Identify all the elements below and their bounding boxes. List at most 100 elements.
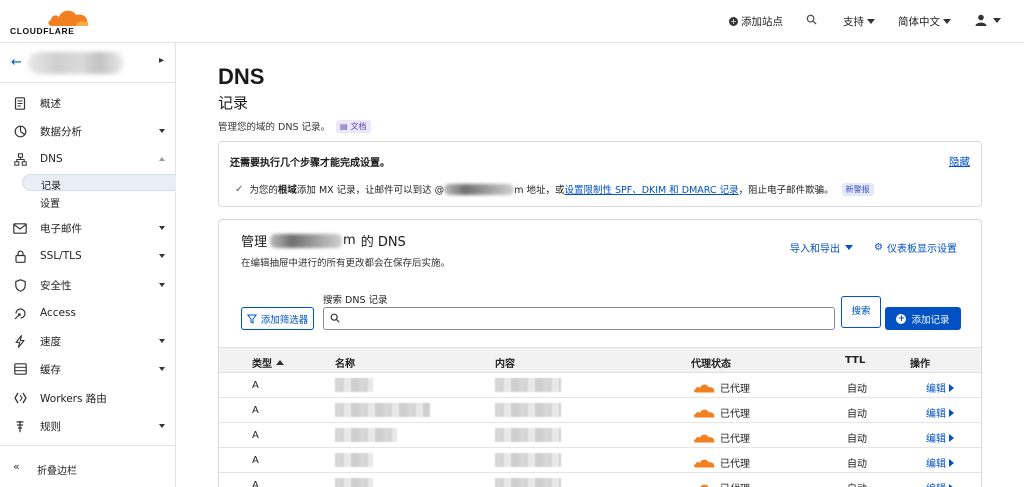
collapse-sidebar-button[interactable]: « 折叠边栏 [0,445,176,487]
user-menu[interactable] [975,14,1001,26]
proxy-status: 已代理 [693,405,750,420]
dashboard-settings-label: 仪表板显示设置 [886,244,957,255]
sidebar-item-overview[interactable]: 概述 [0,93,176,113]
orange-cloud-icon [693,384,715,392]
support-menu[interactable]: 支持 [843,14,875,29]
record-type: A [252,455,259,466]
chevron-down-icon [159,367,165,371]
edit-label: 编辑 [926,480,946,487]
edit-record-button[interactable]: 编辑 [926,480,954,487]
proxy-status-label: 已代理 [720,434,750,445]
redacted-domain [444,183,515,195]
chevron-down-icon [943,19,951,24]
column-content[interactable]: 内容 [495,355,515,370]
chevron-down-icon [159,254,165,258]
sidebar-item-rules[interactable]: 规则 [0,416,176,436]
sidebar-item-email[interactable]: 电子邮件 [0,218,176,238]
table-row[interactable]: A 已代理 自动 编辑 [219,448,981,473]
sidebar-item-ssl-tls[interactable]: SSL/TLS [0,246,176,266]
orange-cloud-icon [693,459,715,467]
banner-text-prefix: 为您的 [249,185,278,196]
add-filter-button[interactable]: 添加筛选器 [241,307,314,330]
sidebar-item-caching[interactable]: 缓存 [0,359,176,379]
search-submit-button[interactable]: 搜索 [841,296,881,328]
table-row[interactable]: A 已代理 自动 编辑 [219,398,981,423]
sidebar-subitem-settings[interactable]: 设置 [22,193,176,210]
column-type[interactable]: 类型 [252,355,284,370]
orange-cloud-icon [693,409,715,417]
redacted-record-content [495,378,561,392]
edit-record-button[interactable]: 编辑 [926,380,954,395]
edit-record-button[interactable]: 编辑 [926,455,954,470]
sidebar-item-label: 安全性 [40,279,72,292]
sidebar-item-label: Workers 路由 [40,392,107,405]
chevron-up-icon [159,157,165,161]
chevron-right-icon [949,383,954,392]
spf-dkim-dmarc-link[interactable]: 设置限制性 SPF、DKIM 和 DMARC 记录 [564,182,738,196]
dashboard-settings-link[interactable]: ⚙ 仪表板显示设置 [874,240,957,255]
sidebar-item-label: 规则 [40,420,61,433]
redacted-record-name [335,453,373,467]
record-ttl: 自动 [847,384,867,395]
column-name[interactable]: 名称 [335,355,355,370]
email-icon [13,221,27,235]
add-record-button[interactable]: + 添加记录 [885,307,961,330]
sidebar-item-access[interactable]: Access [0,303,176,323]
storage-icon [13,362,27,376]
sidebar-item-label: 概述 [40,97,61,110]
chevron-right-icon [949,433,954,442]
column-proxy-status[interactable]: 代理状态 [691,355,731,370]
language-menu[interactable]: 简体中文 [898,14,951,29]
column-ttl[interactable]: TTL [845,355,865,366]
record-type: A [252,480,259,487]
sidebar-item-label: SSL/TLS [40,250,82,262]
chevron-down-icon [845,245,853,250]
search-button[interactable] [806,14,817,25]
column-label: 类型 [252,359,272,370]
search-input[interactable] [344,310,829,327]
shield-icon [13,278,27,292]
proxy-status-label: 已代理 [720,384,750,395]
sidebar-item-label: 速度 [40,335,61,348]
sidebar-subitem-records[interactable]: 记录 [22,174,176,192]
chevron-down-icon [159,424,165,428]
chevron-right-icon: ▸ [159,55,165,66]
search-field[interactable] [323,307,835,330]
logo-text: CLOUDFLARE [10,26,75,36]
table-row[interactable]: A 已代理 自动 编辑 [219,423,981,448]
back-arrow-icon[interactable]: ← [11,55,22,70]
sidebar-item-security[interactable]: 安全性 [0,275,176,295]
collapse-sidebar-label: 折叠边栏 [37,466,77,477]
banner-task: ✓ 为您的 根域 添加 MX 记录，让邮件可以到达 @ m 地址，或 设置限制性… [235,182,874,196]
sidebar-item-speed[interactable]: 速度 [0,331,176,351]
proxy-status: 已代理 [693,430,750,445]
lock-icon [13,249,27,263]
edit-record-button[interactable]: 编辑 [926,405,954,420]
orange-cloud-icon [696,484,712,487]
table-row[interactable]: A 已代理 自动 编辑 [219,373,981,398]
sidebar-item-analytics[interactable]: 数据分析 [0,121,176,141]
sidebar-subitem-label: 记录 [41,181,61,192]
import-export-menu[interactable]: 导入和导出 [790,240,853,255]
sidebar-item-label: 数据分析 [40,125,82,138]
sidebar-item-dns[interactable]: DNS [0,149,176,169]
setup-banner: 还需要执行几个步骤才能完成设置。 隐藏 ✓ 为您的 根域 添加 MX 记录，让邮… [218,141,982,207]
docs-link[interactable]: ▤ 文档 [336,119,371,133]
edit-record-button[interactable]: 编辑 [926,430,954,445]
page-subtitle: 记录 [218,94,249,112]
sidebar-item-workers-routes[interactable]: Workers 路由 [0,388,176,408]
table-row[interactable]: A 已代理 自动 编辑 [219,473,981,487]
chevron-down-icon [159,339,165,343]
cloudflare-logo[interactable]: CLOUDFLARE [10,7,90,37]
redacted-record-name [335,378,373,392]
add-site-button[interactable]: + 添加站点 [729,14,783,29]
book-icon: ▤ [340,121,348,131]
chart-icon [13,124,27,138]
hide-banner-link[interactable]: 隐藏 [949,154,970,169]
proxy-status-label: 已代理 [720,409,750,420]
checkmark-icon: ✓ [235,183,244,195]
page-description-text: 管理您的域的 DNS 记录。 [218,122,330,133]
account-switcher[interactable]: ← ▸ [0,43,176,83]
import-export-label: 导入和导出 [790,244,840,255]
add-record-label: 添加记录 [911,314,950,326]
